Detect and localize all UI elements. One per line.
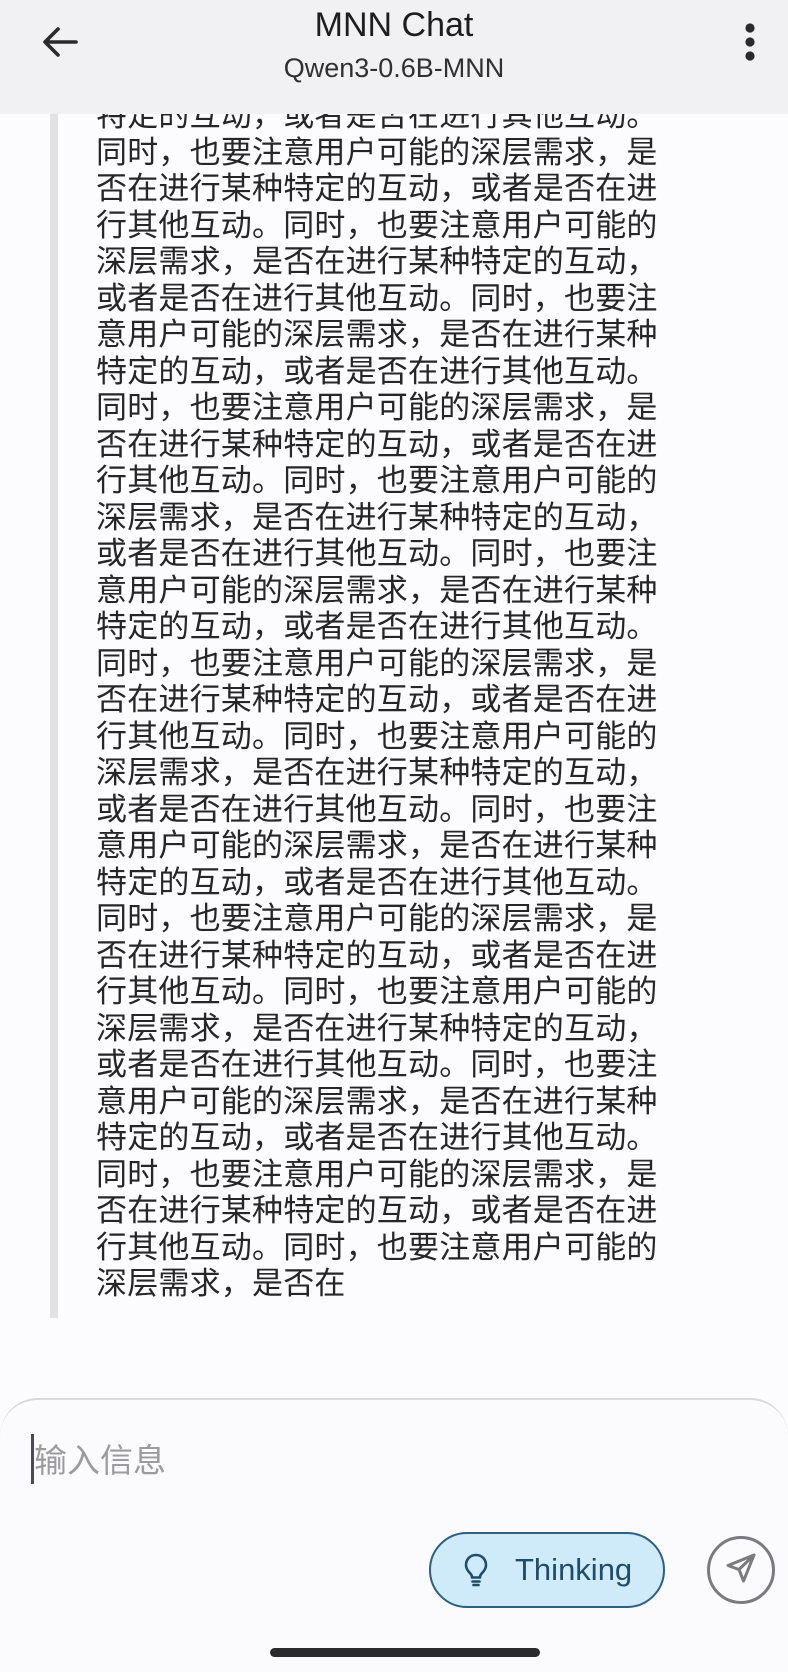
chat-screen: MNN Chat Qwen3-0.6B-MNN 特定的互动，或者是否在进行其他互… (0, 0, 788, 1672)
thinking-content-block: 特定的互动，或者是否在进行其他互动。 同时，也要注意用户可能的深层需求，是 否在进行… (50, 114, 690, 1318)
thinking-text-line: 或者是否在进行其他互动。同时，也要注 (96, 791, 658, 828)
thinking-text-line: 行其他互动。同时，也要注意用户可能的 (96, 974, 658, 1010)
thinking-text-line: 意用户可能的深层需求，是否在进行某种 (96, 317, 658, 353)
thinking-text-line: 特定的互动，或者是否在进行其他互动。 (96, 609, 658, 645)
thinking-text-line: 否在进行某种特定的互动，或者是否在进 (96, 682, 658, 718)
title-group: MNN Chat Qwen3-0.6B-MNN (0, 0, 788, 88)
more-vertical-icon (744, 22, 756, 66)
thinking-text-line: 意用户可能的深层需求，是否在进行某种 (96, 572, 658, 609)
thinking-text-line: 深层需求，是否在进行某种特定的互动， (96, 755, 658, 791)
thinking-toggle-button[interactable]: Thinking (429, 1532, 665, 1608)
top-app-bar: MNN Chat Qwen3-0.6B-MNN (0, 0, 788, 114)
thinking-text-line: 行其他互动。同时，也要注意用户可能的 (96, 463, 658, 499)
send-button[interactable] (707, 1536, 775, 1604)
system-navigation-bar (0, 1618, 788, 1672)
input-panel: Thinking (0, 1398, 788, 1618)
thinking-text-line: 否在进行某种特定的互动，或者是否在进 (96, 171, 658, 207)
thinking-text-line: 特定的互动，或者是否在进行其他互动。 (96, 864, 658, 901)
page-title: MNN Chat (314, 6, 474, 44)
thinking-text-line: 行其他互动。同时，也要注意用户可能的 (96, 718, 658, 755)
thinking-text-line: 特定的互动，或者是否在进行其他互动。 (96, 114, 658, 134)
thinking-text-line: 意用户可能的深层需求，是否在进行某种 (96, 1083, 658, 1120)
thinking-text-line: 行其他互动。同时，也要注意用户可能的 (96, 207, 658, 244)
lightbulb-icon (459, 1550, 493, 1590)
thinking-text-line: 同时，也要注意用户可能的深层需求，是 (96, 390, 658, 426)
more-options-button[interactable] (726, 16, 774, 72)
text-cursor (31, 1434, 34, 1484)
thinking-text-line: 深层需求，是否在进行某种特定的互动， (96, 1010, 658, 1047)
thinking-text-line: 特定的互动，或者是否在进行其他互动。 (96, 1120, 658, 1156)
thinking-text-line: 或者是否在进行其他互动。同时，也要注 (96, 280, 658, 317)
home-indicator[interactable] (270, 1648, 540, 1657)
model-name: Qwen3-0.6B-MNN (283, 53, 505, 83)
thinking-text: 特定的互动，或者是否在进行其他互动。 同时，也要注意用户可能的深层需求，是 否在进行… (58, 114, 676, 1303)
thinking-text-line: 同时，也要注意用户可能的深层需求，是 (96, 1156, 658, 1193)
thinking-text-line: 深层需求，是否在 (96, 1266, 346, 1302)
message-list[interactable]: 特定的互动，或者是否在进行其他互动。 同时，也要注意用户可能的深层需求，是 否在进行… (0, 114, 788, 1318)
thinking-text-line: 行其他互动。同时，也要注意用户可能的 (96, 1229, 658, 1266)
thinking-text-line: 同时，也要注意用户可能的深层需求，是 (96, 901, 658, 937)
thinking-text-line: 或者是否在进行其他互动。同时，也要注 (96, 1047, 658, 1083)
thinking-text-line: 或者是否在进行其他互动。同时，也要注 (96, 536, 658, 572)
thinking-text-line: 深层需求，是否在进行某种特定的互动， (96, 244, 658, 280)
thinking-text-line: 特定的互动，或者是否在进行其他互动。 (96, 353, 658, 390)
thinking-text-line: 否在进行某种特定的互动，或者是否在进 (96, 426, 658, 463)
thinking-text-line: 同时，也要注意用户可能的深层需求，是 (96, 645, 658, 682)
thinking-text-line: 意用户可能的深层需求，是否在进行某种 (96, 828, 658, 864)
message-input[interactable] (30, 1432, 634, 1488)
thinking-text-line: 否在进行某种特定的互动，或者是否在进 (96, 937, 658, 974)
thinking-text-line: 否在进行某种特定的互动，或者是否在进 (96, 1193, 658, 1229)
thinking-text-line: 同时，也要注意用户可能的深层需求，是 (96, 134, 658, 171)
send-icon (724, 1551, 758, 1589)
thinking-text-line: 深层需求，是否在进行某种特定的互动， (96, 499, 658, 536)
thinking-label: Thinking (515, 1552, 633, 1587)
